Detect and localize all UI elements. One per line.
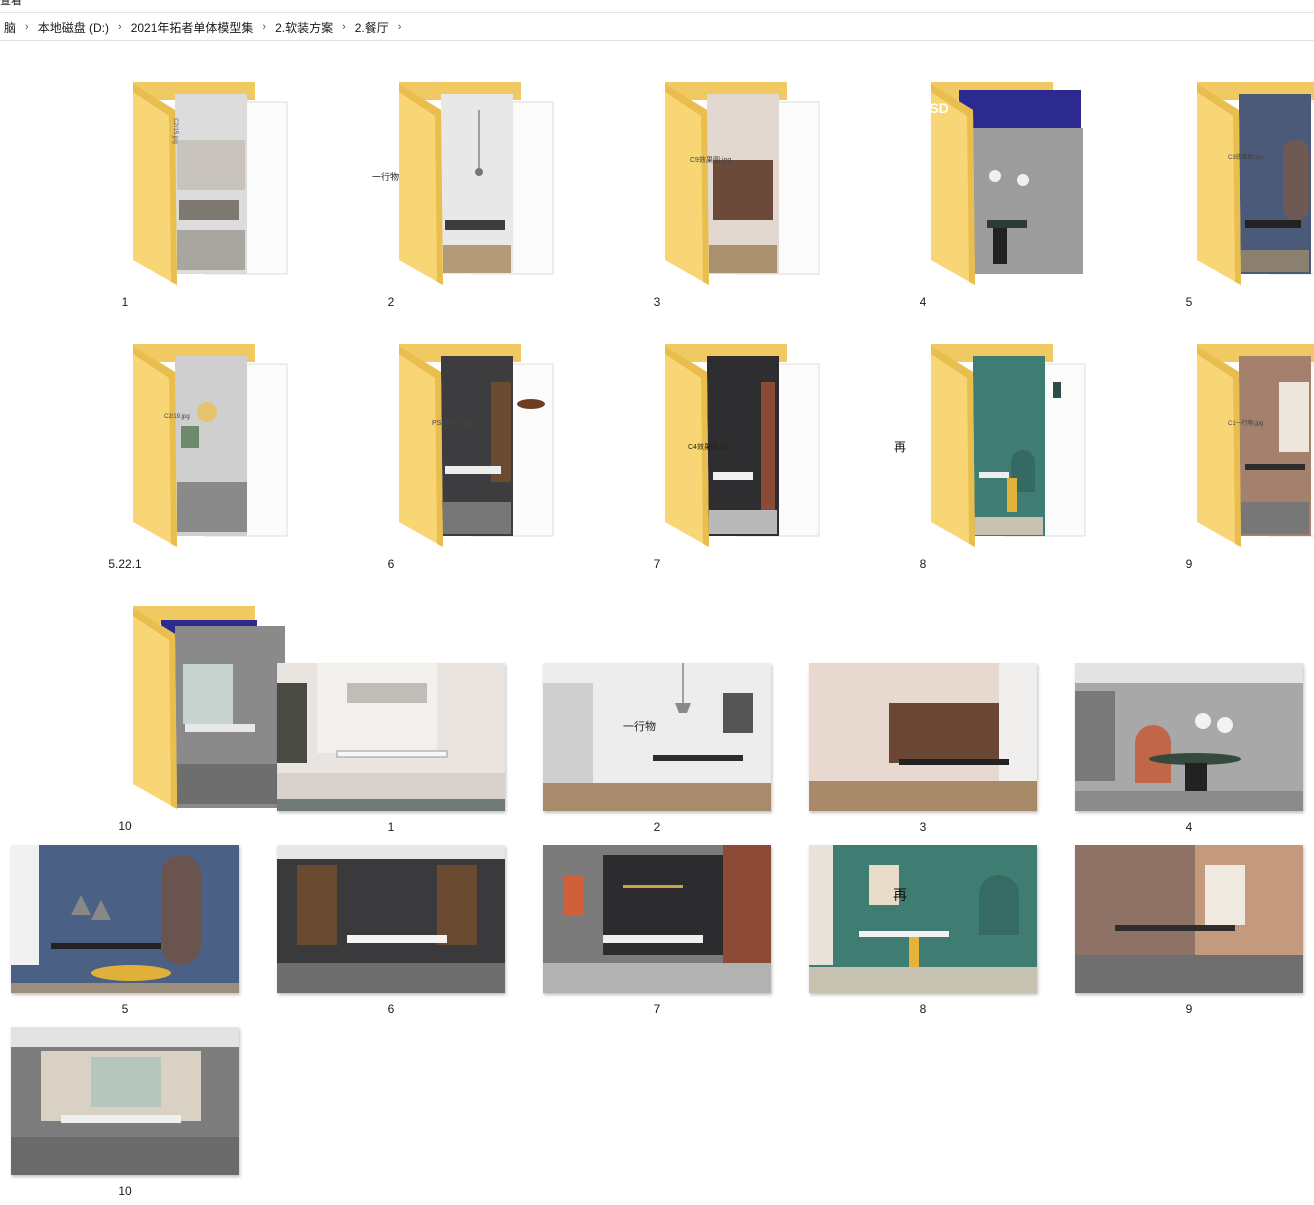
folder-icon [133,82,288,285]
image-thumbnail[interactable] [1075,663,1303,811]
folder-label[interactable]: 7 [597,557,717,571]
breadcrumb-item-dining[interactable]: 2.餐厅 [351,19,393,36]
image-text: 再 [893,887,907,903]
image-label[interactable]: 4 [1129,820,1249,834]
folder-label[interactable]: 10 [65,819,185,833]
window-title-bar: 查看 [0,0,1314,13]
image-label[interactable]: 10 [65,1184,185,1198]
folder-item[interactable]: C1一行物.jpg 9 [1104,342,1314,577]
folder-label[interactable]: 5 [1129,295,1249,309]
folder-preview-text: 再 [894,440,907,454]
image-thumbnail[interactable] [543,845,771,993]
breadcrumb[interactable]: 脑 › 本地磁盘 (D:) › 2021年拓者单体模型集 › 2.软装方案 › 2.餐厅… [0,14,1314,41]
image-preview [809,845,1037,993]
folder-label[interactable]: 6 [331,557,451,571]
folder-label[interactable]: 5.22.1 [65,557,185,571]
breadcrumb-item-softdecor[interactable]: 2.软装方案 [271,19,337,36]
folder-icon [1197,82,1314,285]
image-label[interactable]: 7 [597,1002,717,1016]
folder-icon [133,344,288,547]
folder-icon [665,82,820,285]
folder-label[interactable]: 4 [863,295,983,309]
folder-icon [931,344,1086,547]
breadcrumb-item-drive[interactable]: 本地磁盘 (D:) [34,19,113,36]
folder-preview-text: PS1P001.jpg [432,420,473,427]
folder-item[interactable]: 再 8 [838,342,1086,577]
image-preview [11,845,239,993]
breadcrumb-item-root[interactable]: 脑 [0,19,20,36]
image-thumbnail[interactable] [809,663,1037,811]
folder-label[interactable]: 2 [331,295,451,309]
folder-icon [665,344,820,547]
image-label[interactable]: 2 [597,820,717,834]
image-thumbnail[interactable]: 一行物 [543,663,771,811]
window-title: 查看 [0,0,22,7]
chevron-right-icon[interactable]: › [113,21,127,33]
image-thumbnail[interactable] [11,1027,239,1175]
folder-preview-text: PSD [98,634,127,650]
folder-item[interactable]: 一行物 2 [306,80,554,315]
chevron-right-icon[interactable]: › [393,21,407,33]
folder-icon [399,82,554,285]
folder-item[interactable]: C4效果图.jpg 7 [572,342,820,577]
image-preview [277,845,505,993]
image-label[interactable]: 9 [1129,1002,1249,1016]
image-thumbnail[interactable] [11,845,239,993]
folder-item[interactable]: PSD 10 [40,604,285,839]
folder-item[interactable]: PS1P001.jpg 6 [306,342,554,577]
folder-label[interactable]: 3 [597,295,717,309]
chevron-right-icon[interactable]: › [20,21,34,33]
folder-icon [133,606,285,809]
folder-item[interactable]: C9效果图.jpg 3 [572,80,820,315]
folder-preview-text: C3效果图.jpg [1228,155,1264,161]
chevron-right-icon[interactable]: › [257,21,271,33]
folder-item[interactable]: PSD 4 [838,80,1083,315]
image-thumbnail[interactable] [277,845,505,993]
chevron-right-icon[interactable]: › [337,21,351,33]
folder-preview-text: C2/19.jpg [164,414,190,420]
folder-icon [1197,344,1314,547]
image-text: 一行物 [623,721,656,733]
image-thumbnail[interactable]: 再 [809,845,1037,993]
folder-preview-text: C4效果图.jpg [688,444,730,451]
image-thumbnail[interactable] [277,663,505,811]
image-preview [543,663,771,811]
folder-item[interactable]: C2/15.jpg 1 [40,80,288,315]
breadcrumb-item-collection[interactable]: 2021年拓者单体模型集 [127,19,258,36]
image-label[interactable]: 8 [863,1002,983,1016]
folder-icon [399,344,554,547]
image-preview [277,663,505,811]
image-preview [809,663,1037,811]
image-preview [1075,663,1303,811]
image-thumbnail[interactable] [1075,845,1303,993]
image-preview [1075,845,1303,993]
image-label[interactable]: 5 [65,1002,185,1016]
folder-item[interactable]: C2/19.jpg 5.22.1 [40,342,288,577]
image-label[interactable]: 6 [331,1002,451,1016]
folder-preview-text: C9效果图.jpg [690,157,732,164]
folder-preview-text: C1一行物.jpg [1228,421,1264,427]
folder-label[interactable]: 9 [1129,557,1249,571]
image-preview [543,845,771,993]
folder-label[interactable]: 1 [65,295,185,309]
image-label[interactable]: 1 [331,820,451,834]
folder-label[interactable]: 8 [863,557,983,571]
image-label[interactable]: 3 [863,820,983,834]
folder-preview-text: PSD [920,100,949,116]
folder-preview-text: 一行物 [372,172,400,182]
image-preview [11,1027,239,1175]
folder-preview-text: C2/15.jpg [171,118,178,144]
folder-item[interactable]: C3效果图.jpg 5 [1104,80,1314,315]
